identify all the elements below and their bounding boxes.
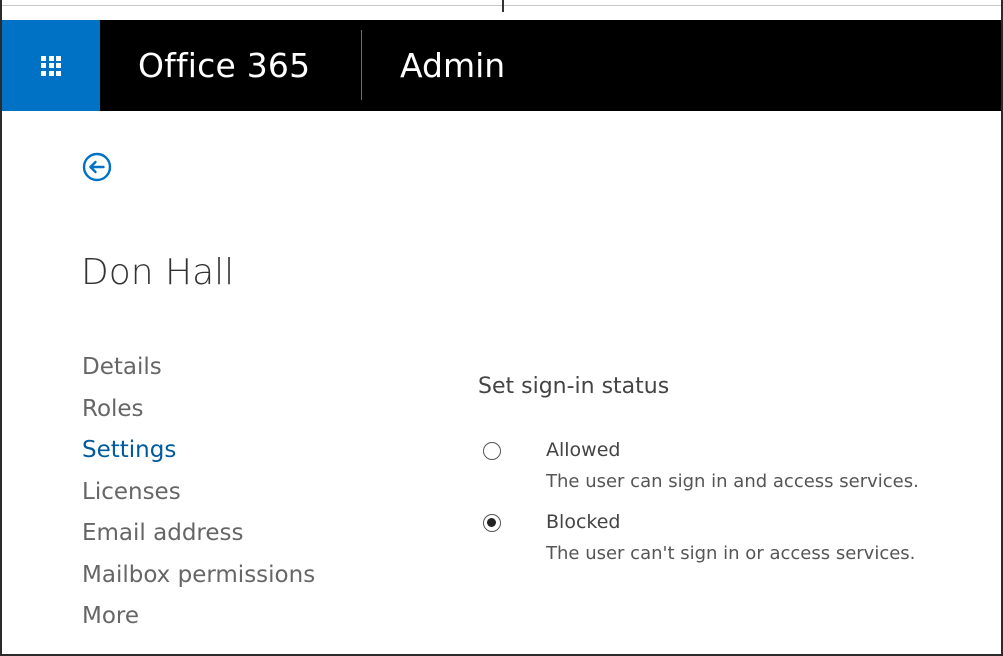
user-settings-nav: Details Roles Settings Licenses Email ad… — [82, 347, 315, 638]
window-top-edge — [2, 0, 1001, 20]
admin-window: Office 365 Admin Don Hall Details Roles … — [0, 0, 1003, 656]
header-divider — [361, 30, 362, 100]
user-display-name: Don Hall — [81, 252, 235, 293]
nav-item-licenses[interactable]: Licenses — [82, 472, 315, 514]
sign-in-status-heading: Set sign-in status — [478, 374, 670, 399]
suite-header: Office 365 Admin — [2, 20, 1001, 111]
app-launcher-waffle-icon — [41, 55, 61, 76]
nav-item-settings[interactable]: Settings — [82, 430, 315, 472]
blocked-label: Blocked — [546, 511, 621, 533]
back-button[interactable] — [81, 151, 113, 183]
nav-item-details[interactable]: Details — [82, 347, 315, 389]
allowed-description: The user can sign in and access services… — [546, 471, 919, 492]
nav-item-more[interactable]: More — [82, 596, 315, 638]
nav-item-email-address[interactable]: Email address — [82, 513, 315, 555]
app-launcher-button[interactable] — [2, 20, 100, 111]
back-arrow-circle-icon — [82, 152, 112, 182]
nav-item-roles[interactable]: Roles — [82, 389, 315, 431]
blocked-radio[interactable] — [483, 514, 501, 532]
allowed-label: Allowed — [546, 439, 621, 461]
top-tick-mark — [502, 0, 504, 12]
allowed-radio[interactable] — [483, 442, 501, 460]
blocked-description: The user can't sign in or access service… — [546, 543, 916, 564]
admin-section-title[interactable]: Admin — [400, 20, 505, 111]
office-365-brand-link[interactable]: Office 365 — [138, 20, 310, 111]
nav-item-mailbox-permissions[interactable]: Mailbox permissions — [82, 555, 315, 597]
